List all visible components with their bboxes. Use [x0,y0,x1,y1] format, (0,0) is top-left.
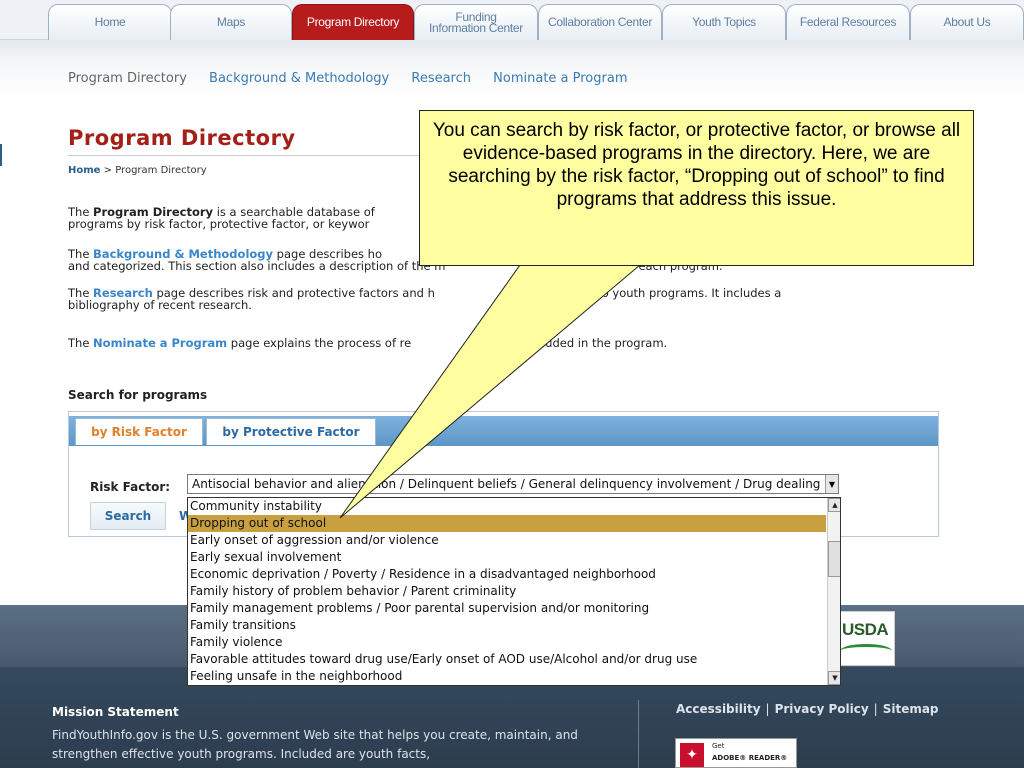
dropdown-option[interactable]: Economic deprivation / Poverty / Residen… [188,566,826,583]
search-button-label: Search [104,509,152,523]
breadcrumb-current: Program Directory [115,165,207,176]
subnav-band [0,40,1024,100]
footer-links: Accessibility | Privacy Policy | Sitemap [676,702,939,716]
adobe-reader-text: ADOBE® READER® [712,754,788,762]
footer-separator: | [873,702,878,716]
footer-divider [638,700,639,768]
dropdown-option[interactable]: Favorable attitudes toward drug use/Earl… [188,651,826,668]
usda-logo[interactable]: USDA [837,611,895,666]
tab-by-protective-factor-label: by Protective Factor [222,425,360,439]
breadcrumb: Home > Program Directory [68,165,207,176]
get-adobe-reader-badge[interactable]: ✦ Get ADOBE® READER® [675,738,797,768]
usda-hill-icon [840,644,892,658]
nominate-program-link[interactable]: Nominate a Program [93,336,227,350]
scroll-down-arrow-icon[interactable]: ▼ [828,671,840,685]
dropdown-option[interactable]: Family violence [188,634,826,651]
nav-tab-youth-topics-label: Youth Topics [692,15,756,29]
adobe-get-text: Get [712,742,725,750]
dropdown-option[interactable]: Feeling unsafe in the neighborhood [188,668,826,685]
risk-factor-label: Risk Factor: [90,480,171,494]
p4-text-b: page explains the process of re [227,336,412,350]
nav-tab-program-directory-label: Program Directory [306,15,400,29]
nav-tab-collaboration-label: Collaboration Center [547,15,653,29]
subnav-research[interactable]: Research [411,71,471,86]
accessibility-link[interactable]: Accessibility [676,702,761,716]
nav-tab-funding-label-line2: Information Center [429,20,523,35]
mission-statement-title: Mission Statement [52,705,179,719]
dropdown-option[interactable]: Early sexual involvement [188,549,826,566]
p1-line2: programs by risk factor, protective fact… [68,217,370,231]
footer-separator: | [765,702,770,716]
left-edge-marker [0,144,2,166]
dropdown-option[interactable]: Family management problems / Poor parent… [188,600,826,617]
tab-by-protective-factor[interactable]: by Protective Factor [206,418,376,445]
nav-tab-federal-resources[interactable]: Federal Resources [786,4,910,40]
research-paragraph: The Research page describes risk and pro… [68,287,948,311]
nav-tab-about-us[interactable]: About Us [910,4,1024,40]
p4-text-a: The [68,336,94,350]
dropdown-option[interactable]: Community instability [188,498,826,515]
nav-tab-maps[interactable]: Maps [170,4,292,40]
nav-tab-about-us-label: About Us [943,15,991,29]
sub-navigation: Program Directory Background & Methodolo… [68,71,646,86]
breadcrumb-home[interactable]: Home [68,165,100,176]
subnav-nominate-program[interactable]: Nominate a Program [493,71,627,86]
dropdown-option[interactable]: Early onset of aggression and/or violenc… [188,532,826,549]
title-divider [68,155,428,156]
nav-tab-program-directory[interactable]: Program Directory [292,4,414,40]
nav-tab-youth-topics[interactable]: Youth Topics [662,4,786,40]
adobe-pdf-icon: ✦ [680,743,704,767]
nav-tab-funding-information-center[interactable]: Funding Information Center [414,4,538,40]
breadcrumb-separator: > [100,165,116,176]
page-title: Program Directory [68,126,296,150]
nominate-paragraph: The Nominate a Program page explains the… [68,337,948,349]
risk-factor-select[interactable]: Antisocial behavior and alienation / Del… [187,474,839,494]
nav-tab-home[interactable]: Home [48,4,172,40]
dropdown-option[interactable]: Family transitions [188,617,826,634]
nav-tab-federal-resources-label: Federal Resources [799,15,897,29]
tab-by-risk-factor-label: by Risk Factor [91,425,187,439]
top-navigation: Home Maps Program Directory Funding Info… [0,0,1024,40]
mission-statement-text: FindYouthInfo.gov is the U.S. government… [52,728,578,761]
dropdown-option[interactable]: Dropping out of school [188,515,826,532]
privacy-policy-link[interactable]: Privacy Policy [775,702,869,716]
tab-by-risk-factor[interactable]: by Risk Factor [75,418,203,445]
dropdown-scrollbar[interactable]: ▲ ▼ [827,498,840,685]
search-heading: Search for programs [68,388,208,402]
nav-tab-maps-label: Maps [216,15,246,29]
scroll-up-arrow-icon[interactable]: ▲ [828,498,840,512]
scroll-thumb[interactable] [828,541,840,577]
usda-logo-text: USDA [842,620,889,639]
chevron-down-icon[interactable]: ▼ [825,475,838,493]
subnav-program-directory[interactable]: Program Directory [68,71,187,86]
p3-line2: bibliography of recent research. [68,298,252,312]
p4-text-b-end: gram be included in the program. [473,336,668,350]
subnav-background-methodology[interactable]: Background & Methodology [209,71,389,86]
dropdown-option[interactable]: Family history of problem behavior / Par… [188,583,826,600]
sitemap-link[interactable]: Sitemap [883,702,939,716]
p3-text-b-end: re relevant to youth programs. It includ… [530,286,782,300]
nav-tab-collaboration-center[interactable]: Collaboration Center [538,4,662,40]
risk-factor-dropdown-list[interactable]: Community instability Dropping out of sch… [187,497,841,686]
p2-line2: and categorized. This section also inclu… [68,259,446,273]
search-button[interactable]: Search [90,502,166,530]
instruction-callout: You can search by risk factor, or protec… [419,110,974,266]
nav-tab-home-label: Home [94,15,126,29]
